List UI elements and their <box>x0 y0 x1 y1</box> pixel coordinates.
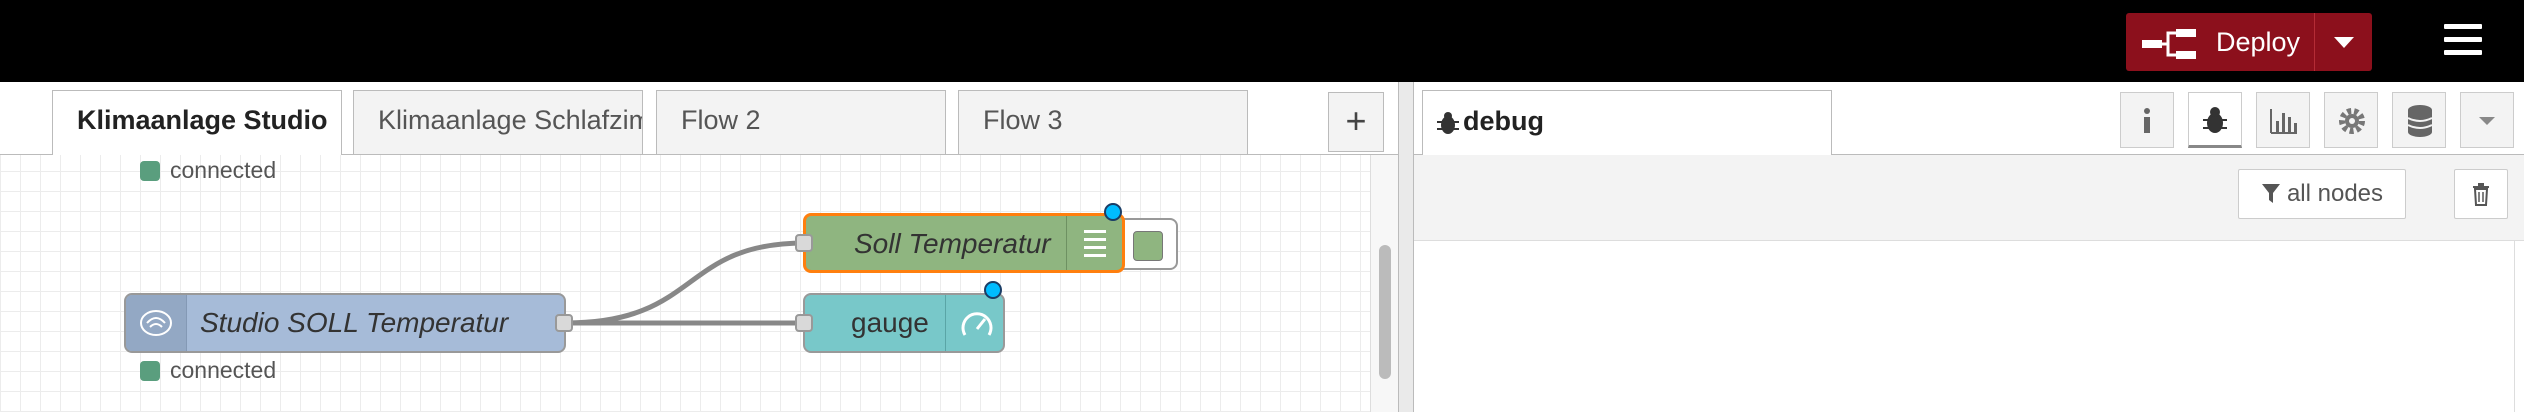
bug-icon <box>2203 107 2227 133</box>
changed-indicator <box>984 281 1002 299</box>
output-port[interactable] <box>555 314 573 332</box>
gauge-node-body[interactable]: gauge <box>803 293 1005 353</box>
input-port[interactable] <box>795 234 813 252</box>
wire-studio-to-soll[interactable] <box>565 240 806 326</box>
gear-icon <box>2339 108 2365 134</box>
node-label: Soll Temperatur <box>854 228 1051 259</box>
workspace-tabbar: Klimaanlage Studio Klimaanlage Schlafzim… <box>0 82 1398 156</box>
info-icon <box>2144 108 2150 133</box>
database-icon <box>2407 105 2433 137</box>
context-tab-button[interactable] <box>2392 92 2446 148</box>
bar-chart-icon <box>2270 109 2297 134</box>
debug-tab-button[interactable] <box>2188 92 2242 148</box>
sidebar-separator[interactable] <box>1398 82 1414 412</box>
sidebar-dropdown-button[interactable] <box>2460 92 2514 148</box>
debug-message-list[interactable] <box>1414 241 2515 412</box>
deploy-dropdown-caret-icon[interactable] <box>2334 37 2354 48</box>
debug-toolbar: all nodes <box>1414 155 2524 241</box>
canvas-vertical-scrollbar[interactable] <box>1370 155 1399 412</box>
node-button[interactable] <box>1133 231 1163 261</box>
deploy-icon <box>2142 29 2196 59</box>
status-connected-dot <box>140 360 160 381</box>
filter-icon <box>2261 184 2280 203</box>
filter-all-nodes-button[interactable]: all nodes <box>2238 169 2406 219</box>
deploy-button[interactable]: Deploy <box>2126 13 2372 71</box>
studio-soll-temperatur-node-body[interactable]: Studio SOLL Temperatur <box>124 293 566 353</box>
list-icon <box>1084 230 1106 257</box>
config-tab-button[interactable] <box>2324 92 2378 148</box>
dashboard-tab-button[interactable] <box>2256 92 2310 148</box>
mqtt-icon <box>140 310 172 336</box>
hamburger-menu-icon[interactable] <box>2444 24 2482 58</box>
changed-indicator <box>1104 203 1122 221</box>
status-indicator-studio: connected <box>140 357 276 384</box>
deploy-separator <box>2314 13 2315 71</box>
flow-canvas[interactable]: connected Soll Temperatur gauge Studio S… <box>0 155 1370 412</box>
input-port[interactable] <box>795 314 813 332</box>
workspace: Klimaanlage Studio Klimaanlage Schlafzim… <box>0 82 1399 412</box>
header-bar: Deploy <box>0 0 2524 82</box>
sidebar-tab-debug[interactable]: debug <box>1422 90 1832 155</box>
tab-klimaanlage-studio[interactable]: Klimaanlage Studio <box>52 90 342 156</box>
add-flow-tab-button[interactable]: + <box>1328 92 1384 152</box>
node-label: gauge <box>851 307 929 338</box>
trash-icon <box>2473 183 2489 206</box>
chevron-down-icon <box>2479 117 2495 125</box>
scroll-thumb[interactable] <box>1379 245 1391 379</box>
soll-temperatur-node-body[interactable]: Soll Temperatur <box>803 213 1125 273</box>
sidebar: debug all nodes <box>1414 82 2524 412</box>
gauge-icon <box>961 312 993 336</box>
bug-icon <box>1437 112 1459 134</box>
node-label: Studio SOLL Temperatur <box>200 307 509 338</box>
tab-flow-2[interactable]: Flow 2 <box>656 90 946 154</box>
sidebar-tabbar: debug <box>1414 82 2524 155</box>
tab-klimaanlage-schlafzimmer[interactable]: Klimaanlage Schlafzimmer <box>353 90 643 154</box>
status-connected-dot <box>140 160 160 181</box>
deploy-label: Deploy <box>2216 27 2301 57</box>
tab-flow-3[interactable]: Flow 3 <box>958 90 1248 154</box>
info-tab-button[interactable] <box>2120 92 2174 148</box>
clear-messages-button[interactable] <box>2454 169 2508 219</box>
status-indicator-top: connected <box>140 157 276 184</box>
